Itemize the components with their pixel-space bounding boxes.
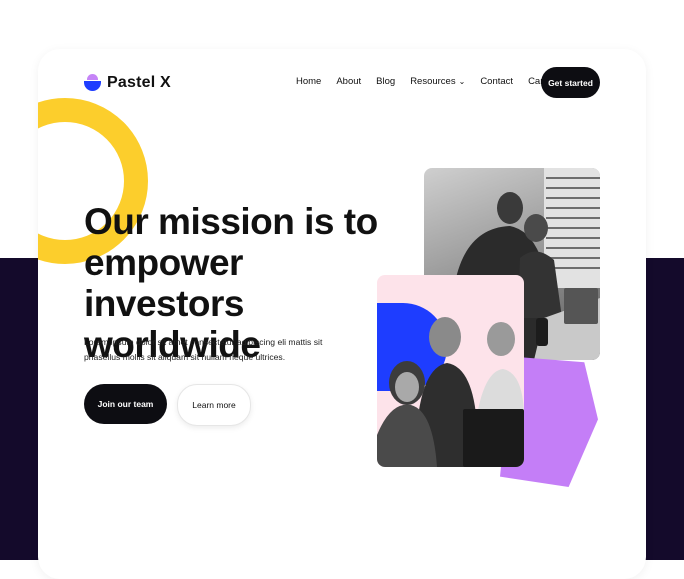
brand-logo[interactable]: Pastel X	[84, 74, 171, 92]
nav-item-blog[interactable]: Blog	[376, 76, 395, 87]
logo-icon	[84, 74, 101, 92]
nav-item-resources[interactable]: Resources ⌄	[410, 76, 465, 87]
hero-subtext: Lorem ipsum dolor sit amet consectetur a…	[84, 337, 323, 362]
main-nav: Home About Blog Resources ⌄ Contact Cart …	[296, 76, 575, 87]
nav-item-contact[interactable]: Contact	[480, 76, 513, 87]
hero-card: Pastel X Home About Blog Resources ⌄ Cont…	[38, 49, 646, 579]
nav-item-home[interactable]: Home	[296, 76, 321, 87]
learn-more-button[interactable]: Learn more	[177, 384, 251, 426]
chevron-down-icon: ⌄	[458, 77, 466, 86]
nav-item-about[interactable]: About	[336, 76, 361, 87]
smiling-team-photo	[377, 275, 524, 467]
brand-name: Pastel X	[107, 74, 171, 91]
join-our-team-button[interactable]: Join our team	[84, 384, 167, 424]
nav-item-resources-label: Resources	[410, 76, 456, 87]
get-started-button[interactable]: Get started	[541, 67, 600, 98]
